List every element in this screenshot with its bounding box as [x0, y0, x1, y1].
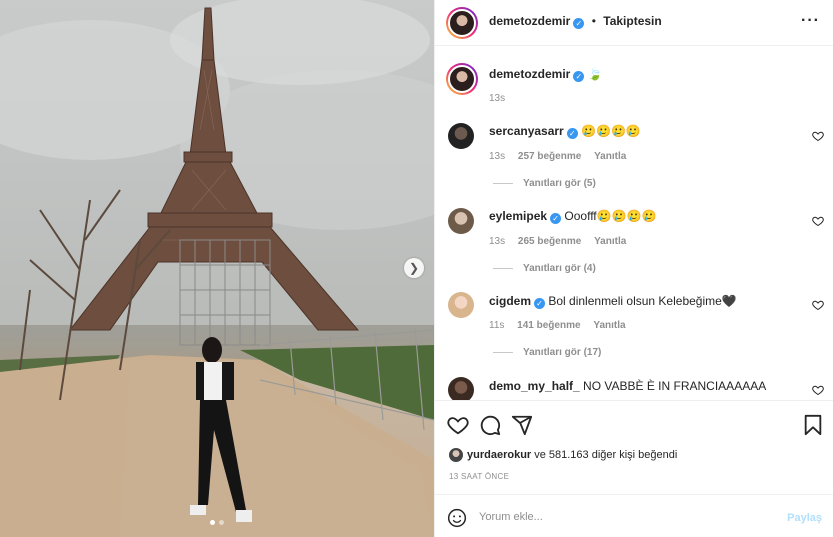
comment: cigdem ✓ Bol dinlenmeli olsun Kelebeğime🖤	[489, 294, 737, 309]
emoji-icon[interactable]	[447, 508, 467, 528]
comment-text: Bol dinlenmeli olsun Kelebeğime🖤	[548, 294, 737, 308]
caption-avatar[interactable]	[446, 63, 478, 95]
caption: demetozdemir ✓ 🍃	[489, 67, 603, 82]
view-replies-button[interactable]: Yanıtları gör (4)	[493, 263, 596, 274]
view-replies-button[interactable]: Yanıtları gör (5)	[493, 178, 596, 189]
comment-time[interactable]: 11s	[489, 320, 504, 331]
more-icon[interactable]: ···	[801, 12, 820, 30]
comment-meta: 11s 141 beğenme Yanıtla	[489, 320, 636, 331]
verified-icon: ✓	[550, 213, 562, 224]
caption-time[interactable]: 13s	[489, 93, 505, 104]
header-user: demetozdemir ✓ • Takiptesin	[489, 14, 662, 29]
post-timestamp[interactable]: 13 SAAT ÖNCE	[449, 472, 509, 481]
comments-list: demetozdemir ✓ 🍃 13s sercanyasarr ✓ 🥲🥲🥲🥲 1…	[435, 47, 833, 400]
comment-username[interactable]: demo_my_half_	[489, 379, 580, 393]
carousel-dot-active	[210, 520, 215, 525]
comment-likes[interactable]: 257 beğenme	[518, 151, 581, 162]
view-replies-button[interactable]: Yanıtları gör (17)	[493, 347, 601, 358]
comment-meta: 13s 265 beğenme Yanıtla	[489, 236, 636, 247]
comment-text: Ooofff🥲🥲🥲🥲	[564, 209, 657, 223]
comment-icon[interactable]	[479, 414, 501, 436]
comment-avatar[interactable]	[448, 123, 474, 149]
bookmark-icon[interactable]	[802, 414, 824, 436]
separator: •	[591, 14, 596, 28]
author-avatar[interactable]	[446, 7, 478, 39]
comment-avatar[interactable]	[448, 377, 474, 400]
reply-button[interactable]: Yanıtla	[594, 236, 626, 247]
heart-icon[interactable]	[812, 384, 824, 396]
action-bar	[435, 400, 833, 446]
chevron-right-icon[interactable]: ❯	[404, 258, 424, 278]
heart-icon[interactable]	[812, 299, 824, 311]
comment-time[interactable]: 13s	[489, 151, 505, 162]
caption-meta: 13s	[489, 93, 515, 104]
carousel-dots	[210, 520, 224, 525]
comment-time[interactable]: 13s	[489, 236, 505, 247]
verified-icon: ✓	[534, 298, 546, 309]
heart-icon[interactable]	[447, 414, 469, 436]
liker-username[interactable]: yurdaerokur	[467, 449, 531, 461]
comment-username[interactable]: sercanyasarr	[489, 124, 564, 138]
verified-icon: ✓	[566, 128, 578, 139]
caption-text: 🍃	[587, 67, 603, 81]
reply-button[interactable]: Yanıtla	[593, 320, 625, 331]
comment-likes[interactable]: 141 beğenme	[517, 320, 580, 331]
likes-summary: yurdaerokur ve 581.163 diğer kişi beğend…	[449, 448, 677, 462]
reply-button[interactable]: Yanıtla	[594, 151, 626, 162]
heart-icon[interactable]	[812, 215, 824, 227]
comment-bar: Paylaş	[435, 494, 833, 537]
comment-text: NO VABBÈ È IN FRANCIAAAAAA	[583, 379, 767, 393]
comment-input[interactable]	[479, 506, 779, 528]
post-comment-button[interactable]: Paylaş	[787, 512, 822, 524]
verified-icon: ✓	[573, 71, 585, 82]
author-username[interactable]: demetozdemir	[489, 14, 570, 28]
liker-avatar[interactable]	[449, 448, 463, 462]
comment-text: 🥲🥲🥲🥲	[581, 124, 641, 138]
caption-username[interactable]: demetozdemir	[489, 67, 570, 81]
comment: sercanyasarr ✓ 🥲🥲🥲🥲	[489, 124, 641, 139]
comment: demo_my_half_ NO VABBÈ È IN FRANCIAAAAAA	[489, 379, 766, 393]
post-side-panel: demetozdemir ✓ • Takiptesin ··· demetozde…	[434, 0, 833, 537]
comment-meta: 13s 257 beğenme Yanıtla	[489, 151, 636, 162]
likes-rest[interactable]: ve 581.163 diğer kişi beğendi	[534, 449, 677, 461]
share-icon[interactable]	[511, 414, 533, 436]
comment: eylemipek ✓ Ooofff🥲🥲🥲🥲	[489, 209, 656, 224]
comment-avatar[interactable]	[448, 208, 474, 234]
comment-avatar[interactable]	[448, 292, 474, 318]
eiffel-tower-photo	[0, 0, 434, 537]
comment-likes[interactable]: 265 beğenme	[518, 236, 581, 247]
post-photo[interactable]: ❯	[0, 0, 434, 537]
post-header: demetozdemir ✓ • Takiptesin ···	[435, 0, 833, 46]
verified-icon: ✓	[573, 18, 585, 29]
carousel-dot	[219, 520, 224, 525]
heart-icon[interactable]	[812, 130, 824, 142]
comment-username[interactable]: cigdem	[489, 294, 531, 308]
follow-status[interactable]: Takiptesin	[603, 14, 661, 28]
comment-username[interactable]: eylemipek	[489, 209, 547, 223]
